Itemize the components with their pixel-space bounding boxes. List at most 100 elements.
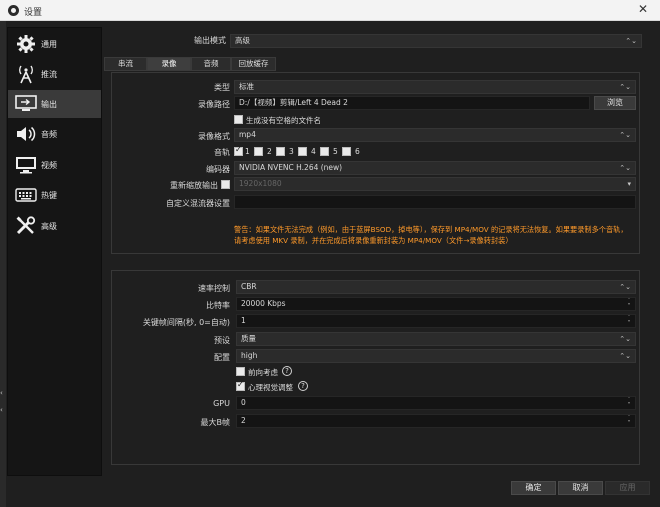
audio-track-label: 音轨 [214, 148, 230, 157]
gpu-spinbox[interactable]: 0 ˄ ˅ [236, 396, 636, 410]
close-button[interactable]: ✕ [638, 2, 648, 16]
track-6-checkbox[interactable] [342, 147, 351, 156]
track-2-label: 2 [267, 147, 272, 156]
select-arrow-icon: ⌃⌄ [625, 37, 637, 45]
sidebar-item-label: 热键 [41, 190, 57, 200]
spin-arrows-icon[interactable]: ˄ ˅ [625, 298, 633, 310]
sidebar-item-label: 推流 [41, 69, 57, 79]
rescale-output-checkbox[interactable] [221, 180, 230, 189]
recording-format-label: 录像格式 [198, 132, 230, 141]
speaker-icon [13, 123, 38, 145]
output-mode-label: 输出模式 [194, 36, 226, 45]
select-arrow-icon: ⌃⌄ [619, 83, 631, 91]
keyframe-interval-label: 关键帧间隔(秒, 0=自动) [142, 318, 230, 327]
psycho-visual-checkbox[interactable] [236, 380, 245, 391]
track-3-checkbox[interactable] [276, 147, 285, 156]
sidebar-item-stream[interactable]: 推流 [8, 60, 101, 88]
max-bframes-label: 最大B帧 [200, 418, 231, 427]
apply-button[interactable]: 应用 [605, 481, 650, 495]
preset-label: 预设 [214, 336, 230, 345]
track-4-label: 4 [311, 147, 316, 156]
title-bar: 设置 ✕ [0, 0, 660, 21]
ok-button[interactable]: 确定 [511, 481, 556, 495]
browse-button[interactable]: 浏览 [594, 96, 636, 110]
sidebar-item-label: 通用 [41, 39, 57, 49]
encoder-select[interactable]: NVIDIA NVENC H.264 (new) ⌃⌄ [234, 161, 636, 175]
output-mode-select[interactable]: 高级 ⌃⌄ [230, 34, 642, 48]
recording-path-label: 录像路径 [198, 100, 230, 109]
tab-recording[interactable]: 录像 [147, 57, 191, 71]
profile-select[interactable]: high ⌃⌄ [236, 349, 636, 363]
max-bframes-spinbox[interactable]: 2 ˄ ˅ [236, 414, 636, 428]
help-icon[interactable]: ? [298, 381, 308, 391]
bitrate-spinbox[interactable]: 20000 Kbps ˄ ˅ [236, 297, 636, 311]
encoder-label: 编码器 [206, 165, 230, 174]
preset-select[interactable]: 质量 ⌃⌄ [236, 332, 636, 346]
sidebar-item-advanced[interactable]: 高级 [8, 212, 101, 240]
type-select[interactable]: 标准 ⌃⌄ [234, 80, 636, 94]
select-arrow-icon: ⌃⌄ [619, 131, 631, 139]
spin-arrows-icon[interactable]: ˄ ˅ [625, 397, 633, 409]
keyframe-interval-spinbox[interactable]: 1 ˄ ˅ [236, 314, 636, 328]
help-icon[interactable]: ? [282, 366, 292, 376]
recording-path-input[interactable]: D:/【视频】剪辑/Left 4 Dead 2 [234, 96, 590, 110]
sidebar-item-label: 输出 [41, 99, 57, 109]
lookahead-label: 前向考虑 [248, 368, 278, 377]
select-arrow-icon: ⌃⌄ [619, 352, 631, 360]
sidebar-item-general[interactable]: 通用 [8, 30, 101, 58]
broadcast-icon [13, 63, 38, 85]
cancel-button[interactable]: 取消 [558, 481, 603, 495]
select-arrow-icon: ⌃⌄ [619, 283, 631, 291]
chevron-down-icon: ▾ [627, 180, 631, 188]
track-1-label: 1 [245, 147, 250, 156]
track-3-label: 3 [289, 147, 294, 156]
track-1-checkbox[interactable] [234, 145, 243, 156]
sidebar-item-output[interactable]: 输出 [8, 90, 101, 118]
lookahead-checkbox[interactable] [236, 367, 245, 376]
gpu-label: GPU [213, 399, 230, 408]
sidebar-item-label: 音频 [41, 129, 57, 139]
select-arrow-icon: ⌃⌄ [619, 164, 631, 172]
gear-icon [13, 33, 38, 55]
track-4-checkbox[interactable] [298, 147, 307, 156]
tab-audio[interactable]: 音频 [191, 57, 231, 71]
rate-control-label: 速率控制 [198, 284, 230, 293]
spin-arrows-icon[interactable]: ˄ ˅ [625, 415, 633, 427]
keyboard-icon [13, 184, 38, 206]
sidebar-item-label: 高级 [41, 221, 57, 231]
recording-format-select[interactable]: mp4 ⌃⌄ [234, 128, 636, 142]
type-label: 类型 [214, 83, 230, 92]
rescale-resolution-select[interactable]: 1920x1080 ▾ [234, 177, 636, 191]
custom-muxer-input[interactable] [234, 195, 636, 209]
rescale-output-label: 重新缩放输出 [170, 181, 218, 190]
track-5-label: 5 [333, 147, 338, 156]
left-edge-strip: ‹ ‹ [0, 21, 6, 507]
sidebar-item-label: 视频 [41, 160, 57, 170]
custom-muxer-label: 自定义混流器设置 [166, 199, 230, 208]
sidebar-item-hotkeys[interactable]: 热键 [8, 181, 101, 209]
psycho-visual-label: 心理视觉调整 [248, 383, 293, 392]
sidebar-item-audio[interactable]: 音频 [8, 120, 101, 148]
monitor-icon [13, 154, 38, 176]
tab-streaming[interactable]: 串流 [104, 57, 147, 71]
settings-sidebar: 通用 推流 输出 音频 视频 热键 高级 [7, 27, 102, 476]
window-title: 设置 [24, 8, 43, 18]
rate-control-select[interactable]: CBR ⌃⌄ [236, 280, 636, 294]
tab-replay-buffer[interactable]: 回放缓存 [231, 57, 276, 71]
spin-arrows-icon[interactable]: ˄ ˅ [625, 315, 633, 327]
profile-label: 配置 [214, 353, 230, 362]
left-arrow-icon: ‹ [0, 389, 3, 397]
select-arrow-icon: ⌃⌄ [619, 335, 631, 343]
left-arrow-icon: ‹ [0, 406, 3, 414]
output-icon [13, 93, 38, 115]
mp4-warning-text: 警告：如果文件无法完成（例如，由于蓝屏BSOD，掉电等），保存到 MP4/MOV… [234, 225, 628, 245]
track-6-label: 6 [355, 147, 360, 156]
track-2-checkbox[interactable] [254, 147, 263, 156]
bitrate-label: 比特率 [206, 301, 230, 310]
no-space-filename-checkbox[interactable] [234, 115, 243, 124]
sidebar-item-video[interactable]: 视频 [8, 151, 101, 179]
obs-logo-icon [8, 5, 19, 16]
no-space-filename-label: 生成没有空格的文件名 [246, 116, 321, 125]
track-5-checkbox[interactable] [320, 147, 329, 156]
tools-icon [13, 215, 38, 237]
